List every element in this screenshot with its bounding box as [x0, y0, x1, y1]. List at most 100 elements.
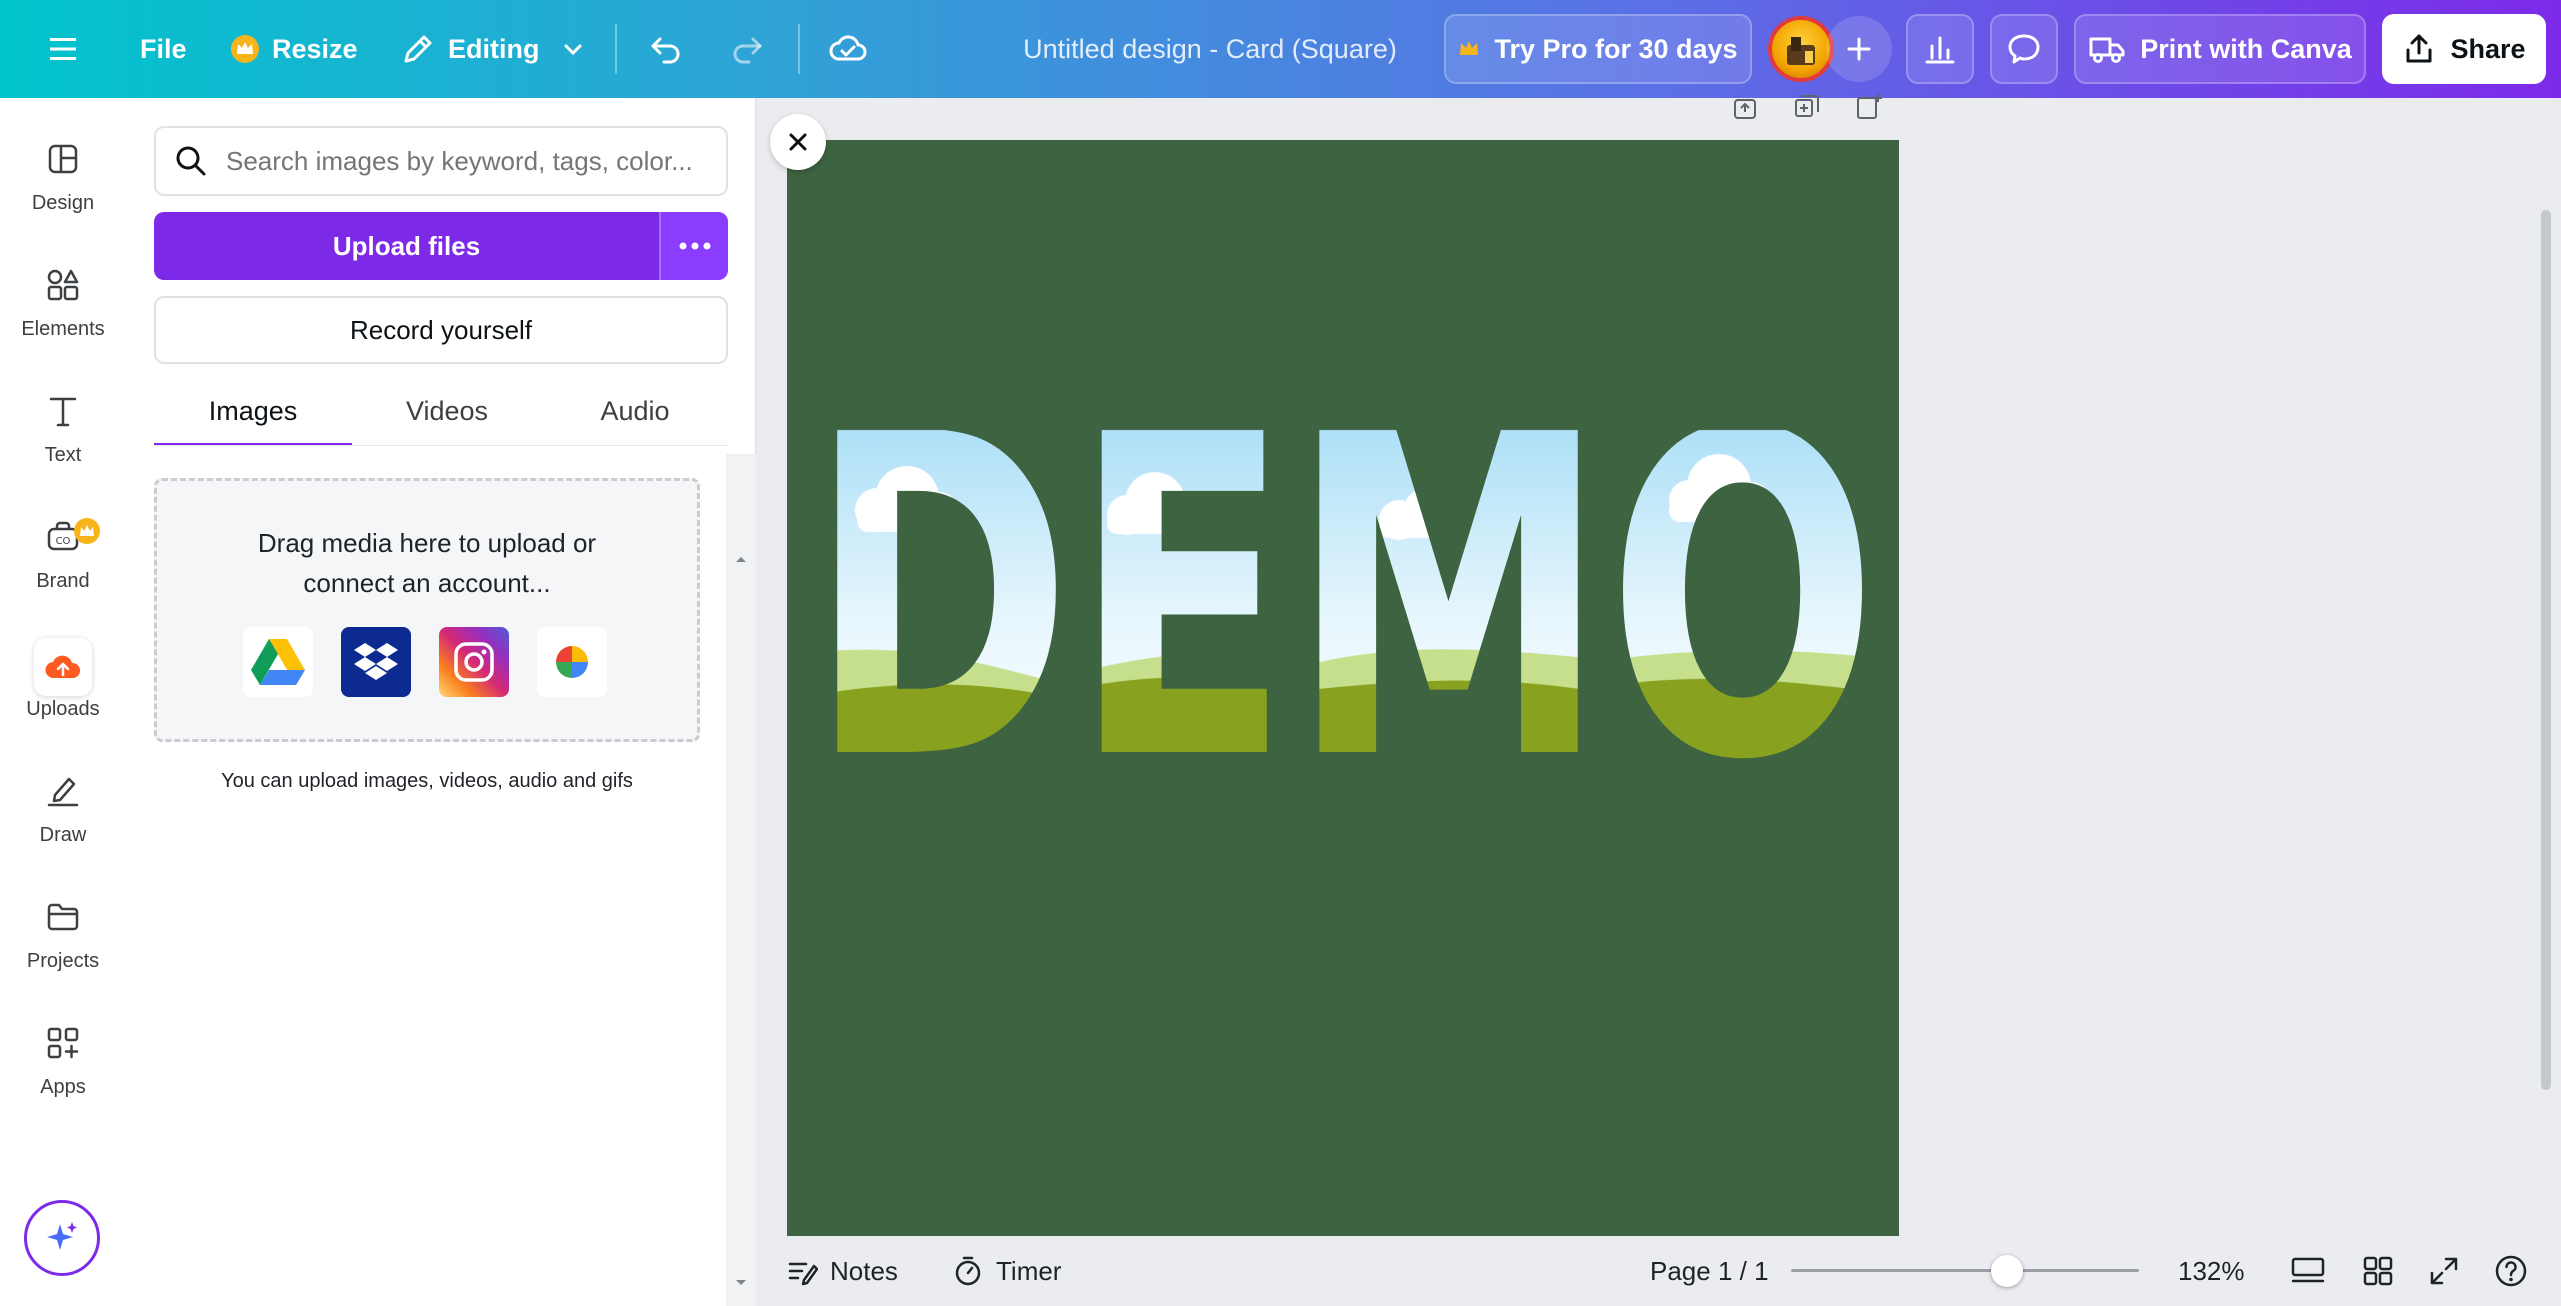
- search-input[interactable]: [226, 145, 706, 177]
- notes-icon: [788, 1262, 818, 1286]
- rail-item-projects[interactable]: Projects: [0, 894, 126, 1004]
- zoom-slider-thumb[interactable]: [1990, 1255, 2023, 1287]
- main-menu-button[interactable]: [46, 0, 80, 98]
- google-drive-icon[interactable]: [243, 627, 313, 697]
- rail-item-elements[interactable]: Elements: [0, 262, 126, 372]
- close-icon: [789, 133, 807, 151]
- pages-view-button[interactable]: [2290, 1236, 2326, 1306]
- notes-label: Notes: [830, 1255, 898, 1286]
- hamburger-icon: [46, 34, 80, 64]
- more-dots-icon: [679, 242, 710, 250]
- plus-icon: [1847, 37, 1871, 61]
- invite-button[interactable]: [1826, 16, 1892, 82]
- try-pro-label: Try Pro for 30 days: [1494, 33, 1738, 64]
- rail-label: Text: [44, 444, 82, 466]
- dropbox-icon[interactable]: [341, 627, 411, 697]
- redo-button[interactable]: [729, 0, 765, 98]
- rail-item-draw[interactable]: Draw: [0, 768, 126, 878]
- demo-text-graphic[interactable]: DEMO: [787, 140, 1899, 1236]
- page-list-icon: [2291, 1257, 2325, 1283]
- resize-label: Resize: [272, 33, 358, 64]
- bar-chart-icon: [1925, 36, 1955, 64]
- tab-label: Audio: [600, 396, 670, 426]
- rail-item-text[interactable]: Text: [0, 388, 126, 498]
- share-label: Share: [2450, 33, 2526, 64]
- page-lock-icon[interactable]: [1730, 92, 1760, 122]
- editing-label: Editing: [448, 33, 540, 64]
- share-button[interactable]: Share: [2382, 14, 2546, 84]
- draw-icon: [40, 768, 86, 814]
- rail-item-brand[interactable]: CO Brand: [0, 514, 126, 624]
- upload-hint-text: You can upload images, videos, audio and…: [221, 770, 633, 792]
- canvas-scrollbar[interactable]: [2541, 210, 2551, 1090]
- save-status-button[interactable]: [828, 0, 868, 98]
- rail-label: Apps: [40, 1076, 86, 1098]
- add-page-icon[interactable]: [1854, 92, 1884, 122]
- document-title[interactable]: Untitled design - Card (Square): [940, 0, 1480, 98]
- timer-button[interactable]: Timer: [952, 1236, 1061, 1306]
- file-menu-button[interactable]: File: [140, 0, 187, 98]
- print-with-canva-button[interactable]: Print with Canva: [2074, 14, 2366, 84]
- record-yourself-button[interactable]: Record yourself: [154, 296, 728, 364]
- timer-icon: [955, 1256, 981, 1286]
- insights-button[interactable]: [1906, 14, 1974, 84]
- magic-assistant-button[interactable]: [24, 1200, 100, 1276]
- zoom-label: 132%: [2178, 1255, 2245, 1286]
- drop-zone-text: Drag media here to upload or connect an …: [257, 528, 597, 598]
- undo-button[interactable]: [648, 0, 684, 98]
- scroll-down-arrow-icon: [736, 1280, 746, 1285]
- toolbar-divider: [615, 24, 617, 74]
- rail-label: Draw: [39, 824, 87, 846]
- timer-label: Timer: [996, 1255, 1062, 1286]
- tab-videos[interactable]: Videos: [352, 388, 542, 446]
- google-photos-icon[interactable]: [537, 627, 607, 697]
- comments-button[interactable]: [1990, 14, 2058, 84]
- bottom-bar: Notes Timer Page 1 / 1 132%: [756, 1236, 2561, 1306]
- panel-scrollbar[interactable]: [726, 454, 756, 1306]
- tab-label: Videos: [405, 396, 489, 426]
- notes-button[interactable]: Notes: [786, 1236, 898, 1306]
- projects-icon: [40, 894, 86, 940]
- grid-icon: [2363, 1256, 2393, 1286]
- duplicate-page-icon[interactable]: [1792, 92, 1822, 122]
- editing-mode-dropdown[interactable]: Editing: [400, 0, 585, 98]
- crown-icon: [1458, 34, 1480, 65]
- upload-files-label: Upload files: [332, 230, 481, 261]
- try-pro-button[interactable]: Try Pro for 30 days: [1444, 14, 1752, 84]
- svg-text:CO: CO: [56, 536, 71, 547]
- delivery-truck-icon: [2089, 37, 2125, 63]
- help-button[interactable]: [2494, 1236, 2528, 1306]
- tab-images[interactable]: Images: [154, 388, 352, 446]
- comment-icon: [2008, 34, 2040, 64]
- uploads-icon: [34, 638, 92, 696]
- tabs-divider: [154, 445, 728, 446]
- design-artboard[interactable]: DEMO: [787, 140, 1899, 1236]
- zoom-percentage[interactable]: 132%: [2178, 1236, 2245, 1306]
- canvas-headline-text[interactable]: DEMO: [808, 339, 1878, 857]
- instagram-icon[interactable]: [439, 627, 509, 697]
- upload-files-button[interactable]: Upload files: [154, 212, 659, 280]
- page-indicator[interactable]: Page 1 / 1: [1650, 1236, 1769, 1306]
- search-icon: [176, 146, 206, 176]
- share-upload-icon: [2406, 34, 2432, 63]
- rail-item-design[interactable]: Design: [0, 136, 126, 246]
- page-label: Page 1 / 1: [1650, 1255, 1769, 1286]
- rail-item-apps[interactable]: Apps: [0, 1020, 126, 1130]
- resize-button[interactable]: Resize: [230, 0, 358, 98]
- media-tabs: Images Videos Audio: [154, 388, 728, 446]
- search-box[interactable]: [154, 126, 728, 196]
- user-avatar[interactable]: [1768, 16, 1834, 82]
- rail-item-uploads[interactable]: Uploads: [0, 638, 126, 748]
- cloud-check-icon: [828, 31, 868, 67]
- upload-files-button-group: Upload files: [154, 212, 728, 280]
- upload-drop-zone[interactable]: Drag media here to upload or connect an …: [154, 478, 700, 742]
- tab-audio[interactable]: Audio: [542, 388, 728, 446]
- scroll-up-arrow-icon: [736, 557, 746, 562]
- tab-label: Images: [208, 396, 298, 426]
- fullscreen-button[interactable]: [2428, 1236, 2460, 1306]
- grid-view-button[interactable]: [2362, 1236, 2394, 1306]
- rail-label: Projects: [26, 950, 100, 972]
- upload-options-button[interactable]: [659, 212, 728, 280]
- close-panel-button[interactable]: [770, 114, 826, 170]
- zoom-slider-track[interactable]: [1791, 1269, 2139, 1272]
